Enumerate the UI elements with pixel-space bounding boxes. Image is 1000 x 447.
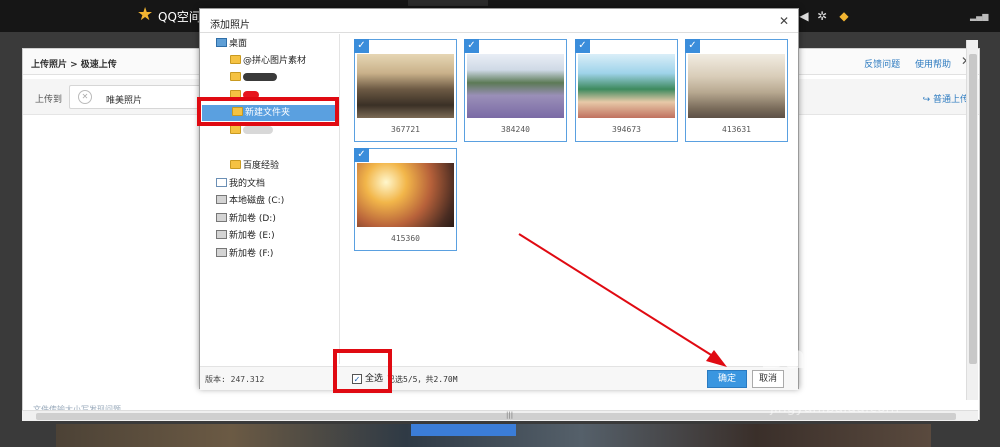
photo-card[interactable]: ✓ 415360	[354, 148, 457, 251]
photo-name: 413631	[722, 125, 751, 134]
photo-card[interactable]: ✓ 394673	[575, 39, 678, 142]
photo-thumbnail	[467, 54, 564, 118]
tree-item-desktop[interactable]: 桌面	[216, 36, 247, 52]
tree-item-drive-f[interactable]: 新加卷 (F:)	[216, 246, 273, 262]
folder-tree: 桌面 @拼心图片素材 新建文件夹 百度经验 我的文档 本地磁盘 (C:) 新加卷…	[200, 34, 340, 364]
annotation-box-folder	[197, 97, 339, 126]
tree-item-folder[interactable]: @拼心图片素材	[230, 53, 306, 69]
tree-item-my-documents[interactable]: 我的文档	[216, 176, 265, 192]
tree-item-drive-e[interactable]: 新加卷 (E:)	[216, 228, 275, 244]
photo-name: 384240	[501, 125, 530, 134]
start-upload-button[interactable]	[411, 424, 516, 436]
confirm-button[interactable]: 确定	[707, 370, 747, 388]
photo-card[interactable]: ✓ 367721	[354, 39, 457, 142]
qzone-logo-text[interactable]: QQ空间	[158, 8, 201, 25]
header-links: 反馈问题 使用帮助	[852, 57, 951, 70]
check-icon[interactable]: ✓	[685, 39, 700, 53]
dialog-title: 添加照片	[210, 20, 250, 31]
tree-item-label: @拼心图片素材	[243, 56, 307, 66]
normal-upload-label: 普通上传	[932, 95, 969, 105]
document-icon	[216, 178, 227, 187]
normal-upload-link[interactable]: ↪ 普通上传	[923, 92, 969, 105]
check-icon[interactable]: ✓	[464, 39, 479, 53]
photo-name: 415360	[391, 234, 420, 243]
folder-icon	[230, 125, 241, 134]
baidu-watermark: Bai 经验	[760, 338, 893, 376]
vertical-scroll-thumb[interactable]	[969, 54, 977, 364]
drive-icon	[216, 195, 227, 204]
help-link[interactable]: 使用帮助	[915, 60, 951, 70]
album-selector[interactable]: ✕ 唯美照片	[69, 85, 209, 109]
version-text: 版本: 247.312	[205, 375, 265, 384]
drive-icon	[216, 213, 227, 222]
dialog-footer: 版本: 247.312 ✓ 全选 已选5/5，共2.70M 确定 取消	[200, 366, 798, 390]
tree-item-drive-c[interactable]: 本地磁盘 (C:)	[216, 193, 284, 209]
tree-item-folder[interactable]	[230, 70, 277, 86]
photo-thumbnail	[578, 54, 675, 118]
photo-name: 367721	[391, 125, 420, 134]
photo-name: 394673	[612, 125, 641, 134]
feedback-link[interactable]: 反馈问题	[864, 60, 900, 70]
tree-item-label: 新加卷 (F:)	[229, 249, 274, 259]
add-photos-dialog: 添加照片 ✕ 桌面 @拼心图片素材 新建文件夹 百度经验 我的文档 本地磁盘 (…	[199, 8, 799, 390]
check-icon[interactable]: ✓	[575, 39, 590, 53]
album-icon: ✕	[78, 90, 92, 104]
selection-summary: 已选5/5，共2.70M	[387, 375, 458, 384]
dialog-close-icon[interactable]: ✕	[778, 14, 790, 28]
desktop-icon	[216, 38, 227, 47]
check-icon[interactable]: ✓	[354, 148, 369, 162]
dialog-title-bar: 添加照片 ✕	[200, 9, 798, 33]
obscured-name	[243, 73, 277, 81]
drive-icon	[216, 248, 227, 257]
signal-icon: ▂▄▆	[970, 12, 989, 21]
tree-item-label: 本地磁盘 (C:)	[229, 196, 285, 206]
drive-icon	[216, 230, 227, 239]
photo-thumbnail	[688, 54, 785, 118]
tree-item-drive-d[interactable]: 新加卷 (D:)	[216, 211, 276, 227]
folder-icon	[230, 72, 241, 81]
tree-item-label: 新加卷 (E:)	[229, 231, 275, 241]
baidu-watermark-url: jingyan.baidu.com	[770, 400, 900, 416]
tree-item-label: 我的文档	[229, 179, 266, 189]
tree-item-label: 新加卷 (D:)	[229, 214, 276, 224]
tree-item-label: 桌面	[229, 39, 248, 49]
upload-to-label: 上传到	[35, 95, 63, 105]
photo-card[interactable]: ✓ 384240	[464, 39, 567, 142]
photo-grid: ✓ 367721 ✓ 384240 ✓ 394673 ✓ 413631 ✓ 41…	[342, 34, 798, 364]
photo-card[interactable]: ✓ 413631	[685, 39, 788, 142]
breadcrumb: 上传照片 > 极速上传	[31, 60, 117, 70]
obscured-name	[243, 126, 273, 134]
settings-gear-icon[interactable]: ✲	[815, 9, 829, 23]
photo-thumbnail	[357, 54, 454, 118]
album-name: 唯美照片	[106, 96, 143, 106]
top-tab-handle	[408, 0, 488, 6]
folder-icon	[230, 55, 241, 64]
folder-icon	[230, 160, 241, 169]
check-icon[interactable]: ✓	[354, 39, 369, 53]
tree-item-baidu-jingyan[interactable]: 百度经验	[230, 158, 279, 174]
diamond-vip-icon[interactable]: ◆	[837, 9, 851, 23]
tree-item-label: 百度经验	[243, 161, 280, 171]
annotation-box-select-all	[333, 349, 392, 393]
page-vertical-scrollbar[interactable]	[966, 40, 978, 400]
photo-thumbnail	[357, 163, 454, 227]
qzone-star-icon: ★	[137, 4, 154, 25]
scroll-grip-icon: |||	[506, 411, 514, 419]
back-icon[interactable]: ◀	[797, 9, 811, 23]
photo-strip	[56, 424, 931, 447]
